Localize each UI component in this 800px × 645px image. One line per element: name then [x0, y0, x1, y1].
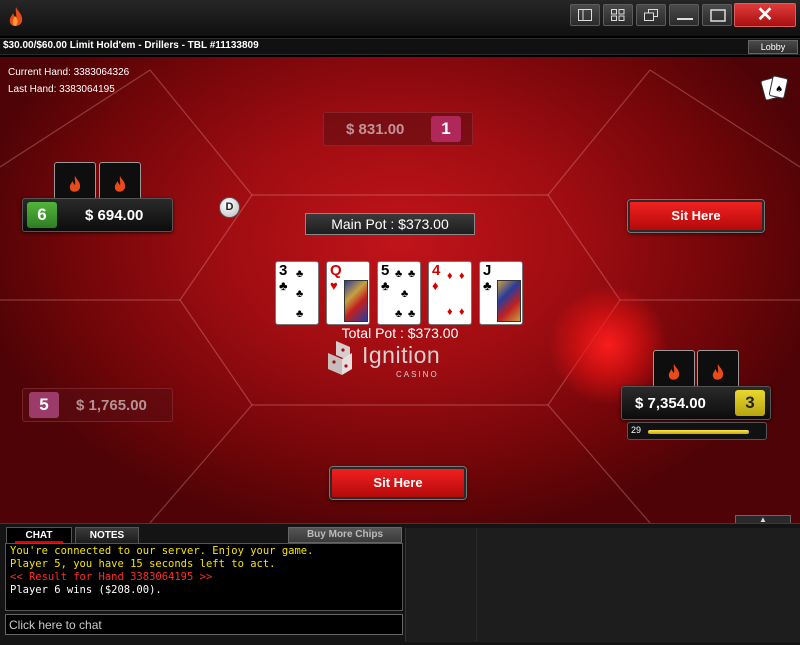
sit-here-button[interactable]: Sit Here [628, 200, 764, 232]
card-rank: J [483, 262, 492, 279]
expand-panel-button[interactable]: ▲ [735, 515, 791, 523]
seat-5-stack: $ 1,765.00 [76, 397, 147, 414]
club-icon: ♣ [296, 268, 304, 280]
diamond-icon: ♦ [459, 306, 465, 318]
single-table-view-button[interactable] [570, 4, 600, 26]
hole-card-back [54, 162, 96, 202]
tab-notes[interactable]: NOTES [75, 527, 139, 543]
seat-1[interactable]: $ 831.00 1 [323, 112, 473, 146]
club-icon: ♣ [395, 308, 403, 320]
chevron-up-icon: ▲ [759, 515, 767, 524]
seat-5[interactable]: 5 $ 1,765.00 [22, 388, 173, 422]
chat-message: << Result for Hand 3383064195 >> [10, 571, 213, 583]
cascade-icon [644, 9, 658, 21]
seat-3[interactable]: $ 7,354.00 3 [621, 386, 771, 420]
club-icon: ♣ [408, 268, 416, 280]
close-icon: ✕ [756, 4, 774, 26]
grid-view-icon [611, 9, 625, 21]
seat-6-stack: $ 694.00 [85, 207, 144, 224]
seat-6[interactable]: 6 $ 694.00 [22, 198, 173, 232]
poker-table-window: ✕ $30.00/$60.00 Limit Hold'em - Drillers… [0, 0, 800, 645]
seat-3-number: 3 [735, 390, 765, 416]
cascade-button[interactable] [636, 4, 666, 26]
last-hand-label: Last Hand: 3383064195 [8, 84, 115, 95]
queen-face-art [344, 280, 368, 322]
svg-text:♠: ♠ [775, 85, 783, 95]
ignition-flame-icon [668, 363, 680, 380]
diamond-icon: ♦ [432, 278, 439, 293]
single-table-view-icon [578, 9, 592, 21]
diamond-icon: ♦ [459, 270, 465, 282]
club-icon: ♣ [296, 308, 304, 320]
action-timer: 29 [627, 422, 767, 440]
chat-message: Player 6 wins ($208.00). [10, 584, 162, 596]
chat-input[interactable]: Click here to chat [5, 614, 403, 635]
diamond-icon: ♦ [447, 306, 453, 318]
seat-6-number: 6 [27, 202, 57, 228]
club-icon: ♣ [381, 278, 390, 293]
chat-message: Player 5, you have 15 seconds left to ac… [10, 558, 276, 570]
sit-here-button[interactable]: Sit Here [330, 467, 466, 499]
board-card: J ♣ [479, 261, 523, 325]
card-rank: 3 [279, 262, 288, 279]
logo-subtitle: CASINO [396, 370, 439, 379]
heart-icon: ♥ [330, 278, 338, 293]
ignition-flame-icon [69, 175, 81, 192]
timer-fill-bar [648, 430, 749, 434]
current-hand-label: Current Hand: 3383064326 [8, 67, 130, 78]
card-rank: 4 [432, 262, 441, 279]
ignition-flame-icon [114, 175, 126, 192]
hole-card-back [99, 162, 141, 202]
ignition-casino-logo: Ignition CASINO [326, 334, 466, 390]
minimize-icon [677, 18, 693, 20]
seat-1-stack: $ 831.00 [346, 121, 405, 138]
grid-view-button[interactable] [603, 4, 633, 26]
ignition-flame-icon [9, 7, 23, 27]
poker-table-felt: Current Hand: 3383064326 Last Hand: 3383… [0, 57, 800, 523]
buy-more-chips-button[interactable]: Buy More Chips [288, 527, 402, 543]
club-icon: ♣ [408, 308, 416, 320]
diamond-icon: ♦ [447, 270, 453, 282]
minimize-button[interactable] [669, 4, 699, 26]
board-card: 4 ♦ ♦ ♦ ♦ ♦ [428, 261, 472, 325]
card-deck-icon[interactable]: ♠ [760, 74, 790, 102]
chat-log[interactable]: You're connected to our server. Enjoy yo… [5, 543, 403, 611]
board-card: Q ♥ [326, 261, 370, 325]
jack-face-art [497, 280, 521, 322]
title-bar: ✕ [0, 0, 800, 36]
logo-wordmark: Ignition [362, 342, 441, 368]
club-icon: ♣ [483, 278, 492, 293]
maximize-button[interactable] [702, 4, 732, 26]
maximize-icon [710, 9, 726, 22]
dice-logo-icon [328, 341, 352, 375]
table-info-text: $30.00/$60.00 Limit Hold'em - Drillers -… [3, 40, 259, 51]
lobby-button[interactable]: Lobby [748, 40, 798, 54]
table-info-bar: $30.00/$60.00 Limit Hold'em - Drillers -… [0, 38, 800, 55]
hole-card-back [653, 350, 695, 390]
board-card: 3 ♣ ♣ ♣ ♣ [275, 261, 319, 325]
card-rank: 5 [381, 262, 390, 279]
seat-1-number: 1 [431, 116, 461, 142]
ignition-flame-icon [712, 363, 724, 380]
chat-message: You're connected to our server. Enjoy yo… [10, 545, 314, 557]
panel-divider [476, 528, 477, 642]
seat-3-stack: $ 7,354.00 [635, 395, 706, 412]
hole-card-back [697, 350, 739, 390]
close-button[interactable]: ✕ [734, 3, 796, 27]
seat-5-number: 5 [29, 392, 59, 418]
club-icon: ♣ [296, 288, 304, 300]
main-pot: Main Pot : $373.00 [305, 213, 475, 235]
club-icon: ♣ [279, 278, 288, 293]
action-panel [405, 528, 800, 642]
timer-seconds: 29 [631, 425, 642, 435]
dealer-button: D [219, 197, 240, 218]
bottom-panel: CHAT NOTES Buy More Chips You're connect… [0, 523, 800, 645]
club-icon: ♣ [395, 268, 403, 280]
board-card: 5 ♣ ♣ ♣ ♣ ♣ ♣ [377, 261, 421, 325]
card-rank: Q [330, 262, 342, 279]
club-icon: ♣ [401, 288, 409, 300]
tab-chat[interactable]: CHAT [6, 527, 72, 543]
